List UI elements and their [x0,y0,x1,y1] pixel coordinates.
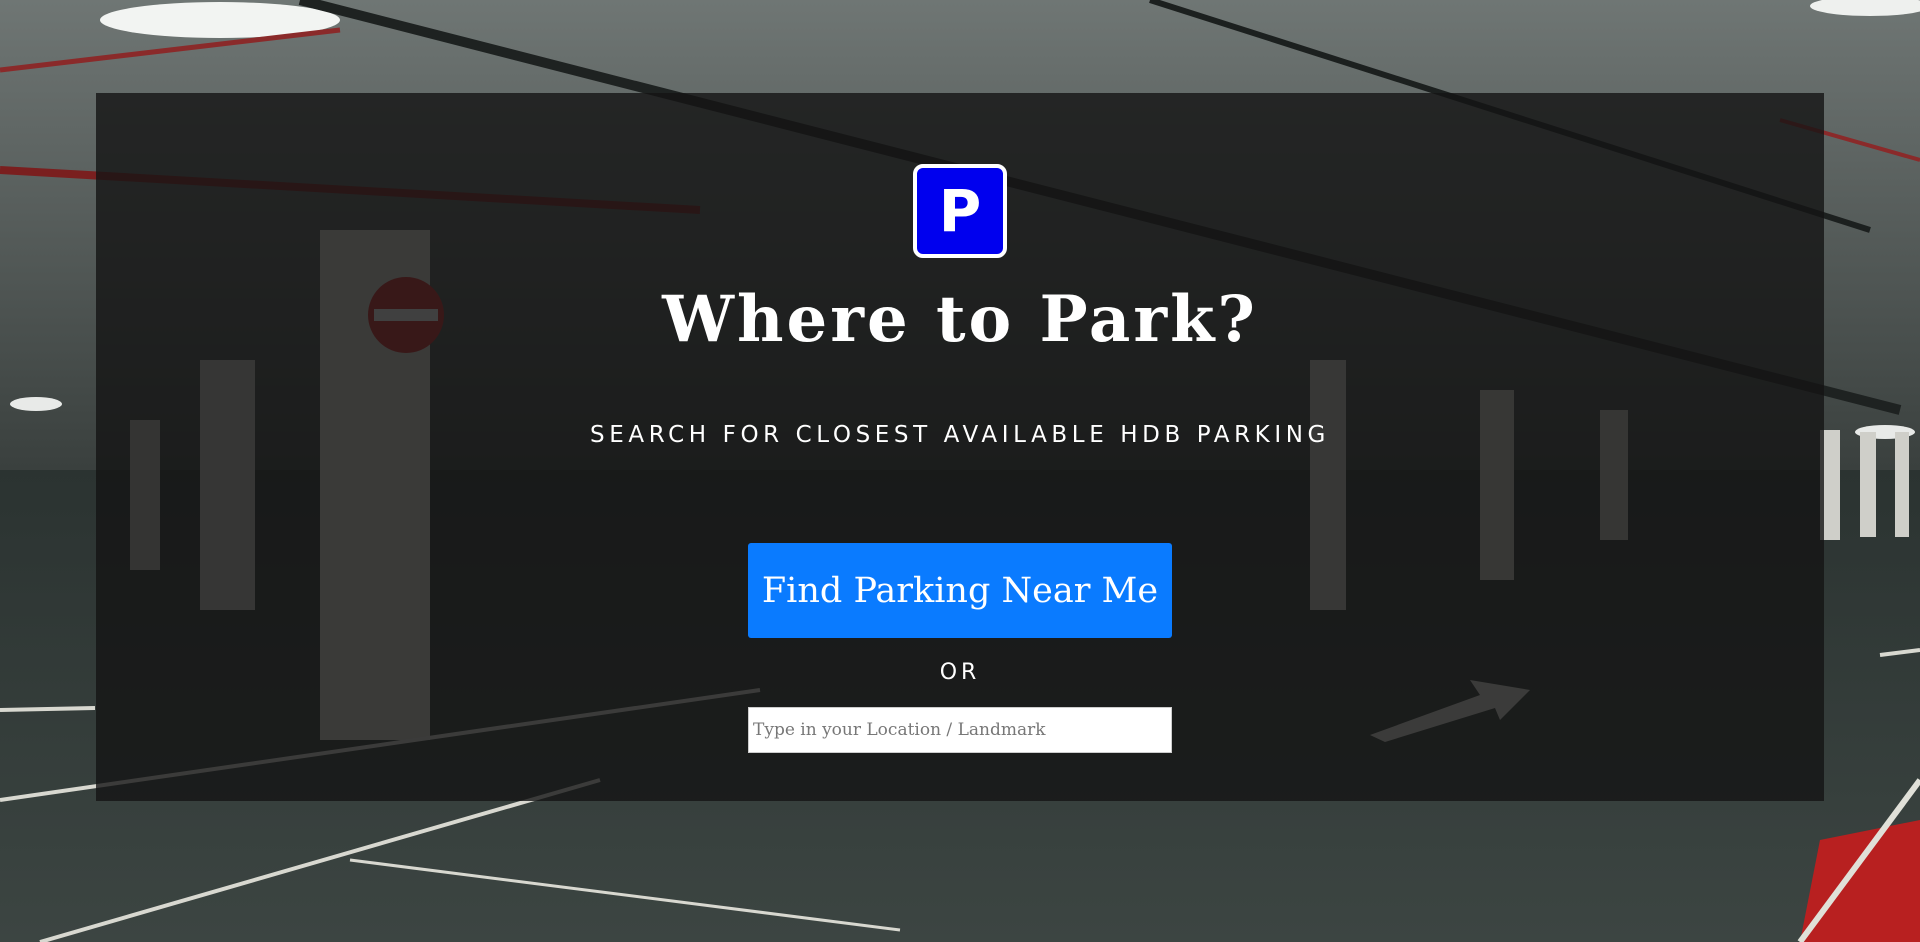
logo-letter: P [938,177,982,245]
parking-logo-icon: P [913,164,1007,258]
find-parking-near-me-button[interactable]: Find Parking Near Me [748,543,1172,638]
location-search-input[interactable] [748,707,1172,753]
page-title: Where to Park? [662,282,1258,357]
page-subtitle: SEARCH FOR CLOSEST AVAILABLE HDB PARKING [590,422,1330,448]
or-separator: OR [939,660,981,685]
